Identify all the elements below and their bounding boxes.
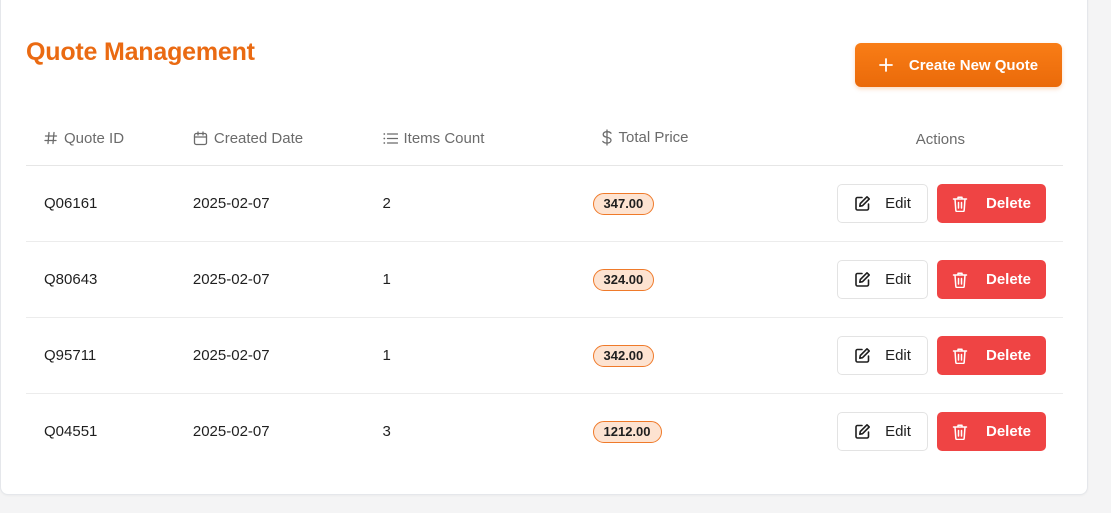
actions-cell: Edit Delete bbox=[787, 241, 1063, 318]
delete-label: Delete bbox=[985, 271, 1032, 288]
delete-button[interactable]: Delete bbox=[937, 412, 1046, 451]
quote-id-cell: Q95711 bbox=[26, 317, 193, 394]
trash-icon bbox=[952, 347, 968, 364]
delete-button[interactable]: Delete bbox=[937, 260, 1046, 299]
edit-icon bbox=[854, 271, 871, 288]
edit-button[interactable]: Edit bbox=[837, 412, 928, 451]
trash-icon bbox=[952, 195, 968, 212]
delete-label: Delete bbox=[985, 423, 1032, 440]
column-header-created-date: Created Date bbox=[192, 114, 383, 166]
edit-icon bbox=[854, 195, 871, 212]
actions-cell: Edit Delete bbox=[787, 317, 1063, 394]
dollar-icon bbox=[601, 129, 613, 146]
table-row: Q95711 2025-02-07 1 342.00 Edit Delete bbox=[26, 317, 1063, 394]
create-new-quote-label: Create New Quote bbox=[908, 56, 1039, 74]
quotes-table: Quote ID Created Date Items Count Total … bbox=[26, 114, 1063, 469]
delete-label: Delete bbox=[985, 347, 1032, 364]
calendar-icon bbox=[193, 130, 208, 146]
edit-label: Edit bbox=[885, 423, 911, 440]
column-header-label: Items Count bbox=[403, 130, 485, 147]
page-title: Quote Management bbox=[26, 38, 255, 66]
column-header-total-price: Total Price bbox=[594, 114, 788, 166]
plus-icon bbox=[878, 58, 893, 72]
total-price-cell: 324.00 bbox=[592, 241, 788, 318]
trash-icon bbox=[952, 423, 968, 440]
column-header-actions: Actions bbox=[787, 114, 1063, 166]
price-badge: 342.00 bbox=[592, 344, 655, 367]
column-header-label: Actions bbox=[915, 131, 965, 148]
delete-button[interactable]: Delete bbox=[937, 336, 1046, 375]
table-row: Q04551 2025-02-07 3 1212.00 Edit Delete bbox=[26, 394, 1063, 470]
quote-id-cell: Q80643 bbox=[26, 241, 193, 318]
price-badge: 1212.00 bbox=[592, 420, 662, 443]
created-date-cell: 2025-02-07 bbox=[192, 241, 383, 318]
create-new-quote-button[interactable]: Create New Quote bbox=[855, 43, 1062, 87]
items-count-cell: 1 bbox=[382, 241, 595, 318]
total-price-cell: 1212.00 bbox=[592, 394, 788, 470]
total-price-cell: 347.00 bbox=[592, 165, 788, 242]
column-header-label: Total Price bbox=[618, 129, 689, 146]
column-header-quote-id: Quote ID bbox=[26, 114, 193, 166]
edit-button[interactable]: Edit bbox=[837, 336, 928, 375]
edit-icon bbox=[854, 347, 871, 364]
trash-icon bbox=[952, 271, 968, 288]
created-date-cell: 2025-02-07 bbox=[192, 165, 383, 242]
edit-label: Edit bbox=[885, 195, 911, 212]
quote-id-cell: Q04551 bbox=[44, 423, 98, 440]
actions-cell: Edit Delete bbox=[788, 394, 1063, 470]
price-badge: 324.00 bbox=[592, 268, 655, 291]
column-header-label: Created Date bbox=[213, 129, 304, 147]
table-row: Q80643 2025-02-07 1 324.00 Edit Delete bbox=[26, 241, 1063, 318]
delete-label: Delete bbox=[985, 195, 1032, 212]
created-date-cell: 2025-02-07 bbox=[192, 423, 270, 440]
edit-label: Edit bbox=[885, 271, 911, 288]
items-count-cell: 2 bbox=[382, 165, 595, 242]
edit-label: Edit bbox=[885, 347, 911, 364]
actions-cell: Edit Delete bbox=[787, 165, 1063, 242]
edit-button[interactable]: Edit bbox=[837, 260, 928, 299]
items-count-cell: 1 bbox=[382, 317, 595, 394]
list-icon bbox=[382, 132, 398, 145]
edit-icon bbox=[854, 423, 871, 440]
hash-icon bbox=[44, 131, 58, 145]
table-row: Q06161 2025-02-07 2 347.00 Edit Delete bbox=[26, 165, 1063, 242]
delete-button[interactable]: Delete bbox=[937, 184, 1046, 223]
items-count-cell: 3 bbox=[382, 423, 391, 440]
quote-id-cell: Q06161 bbox=[26, 165, 193, 242]
edit-button[interactable]: Edit bbox=[837, 184, 928, 223]
table-header-row: Quote ID Created Date Items Count Total … bbox=[26, 114, 1063, 166]
column-header-items-count: Items Count bbox=[382, 114, 595, 166]
price-badge: 347.00 bbox=[592, 192, 655, 215]
created-date-cell: 2025-02-07 bbox=[192, 317, 383, 394]
total-price-cell: 342.00 bbox=[592, 317, 788, 394]
column-header-label: Quote ID bbox=[64, 129, 125, 147]
